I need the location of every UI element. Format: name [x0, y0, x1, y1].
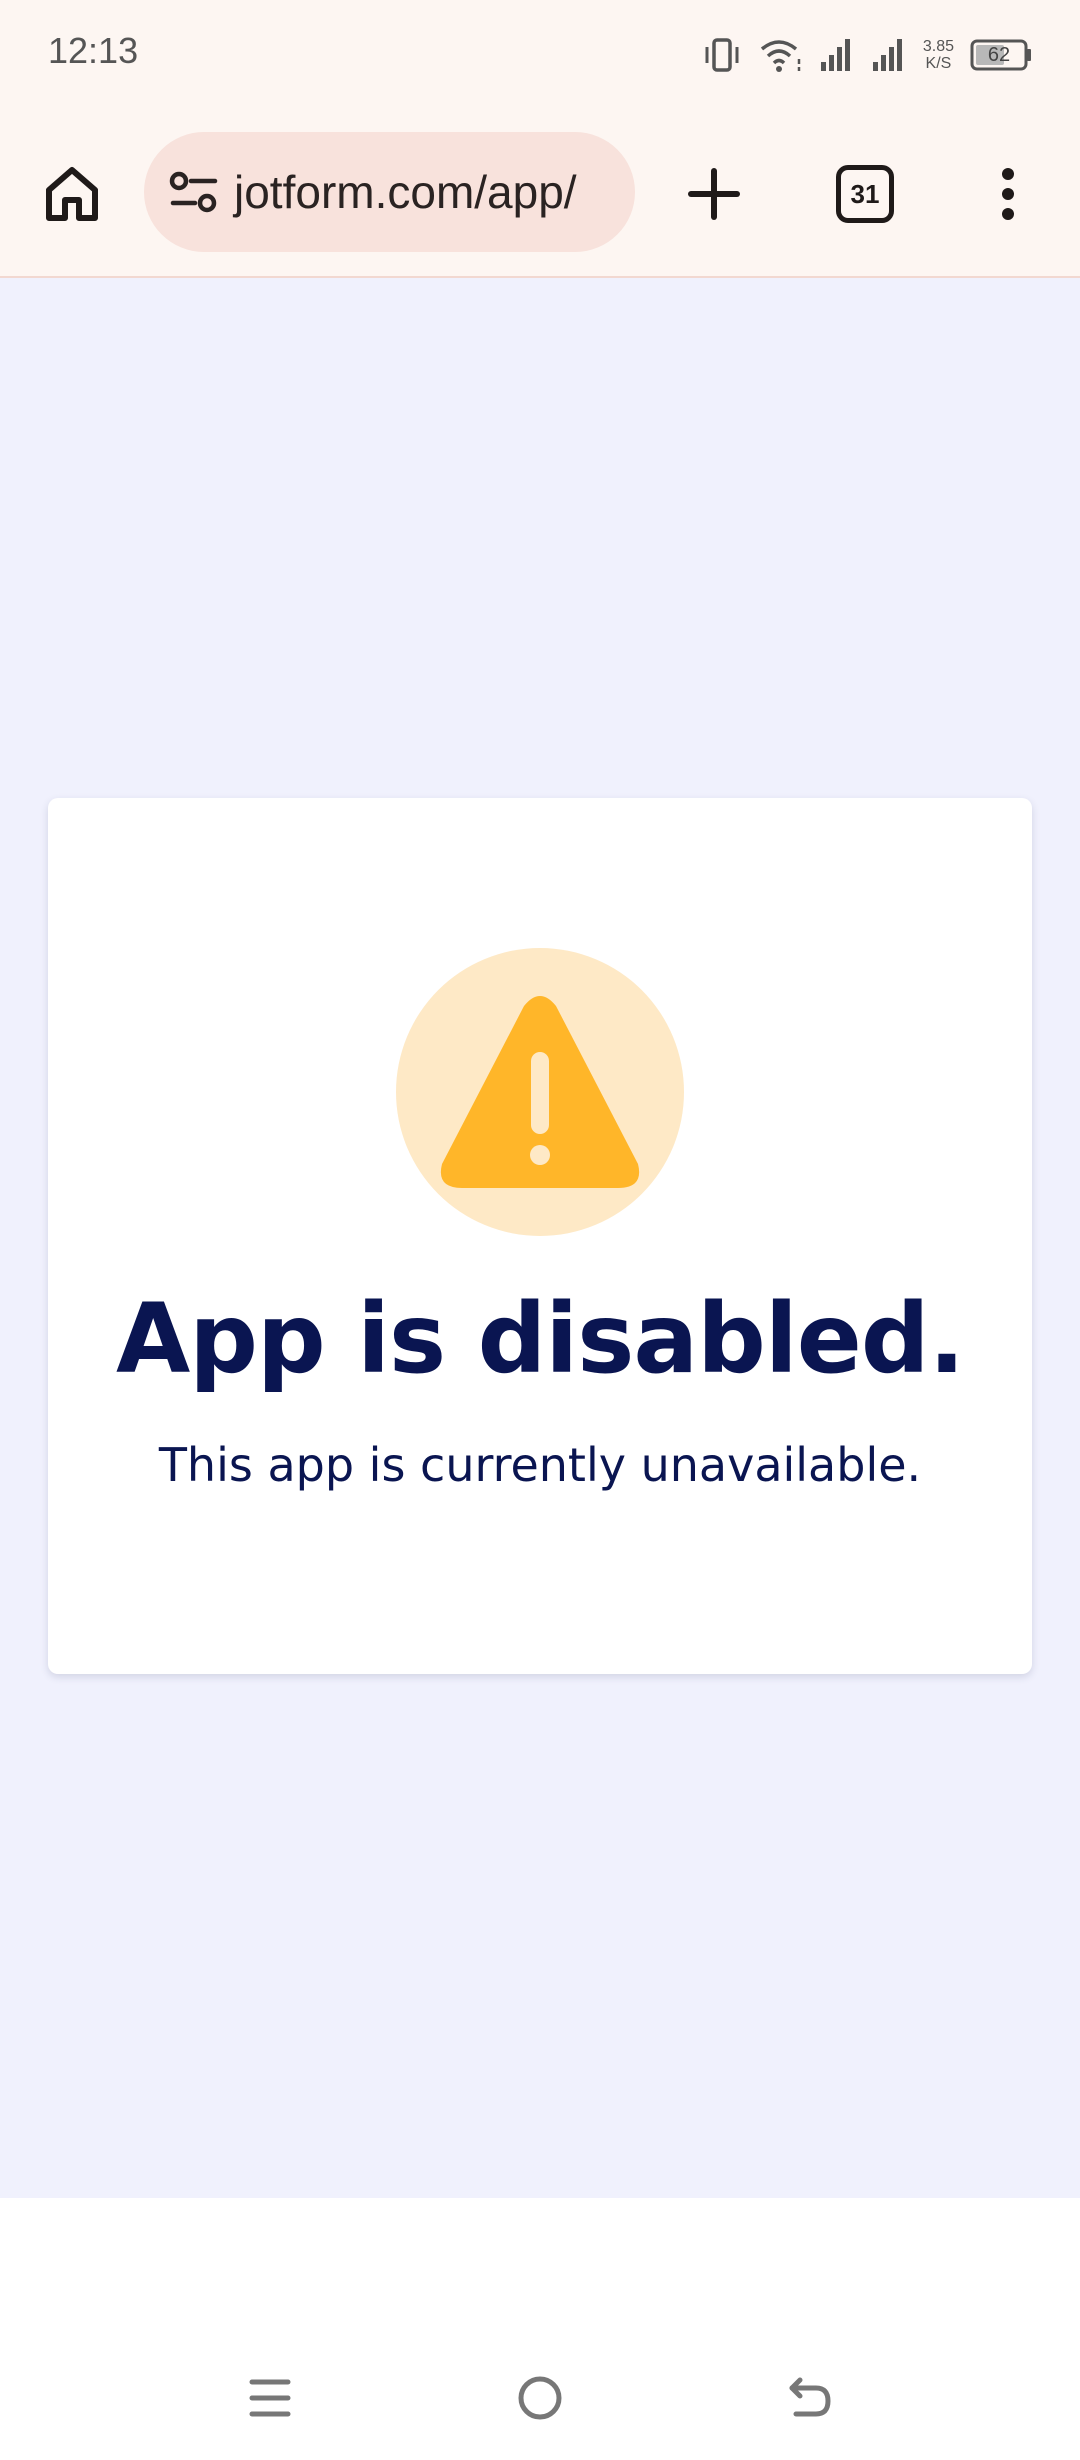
- site-settings-icon[interactable]: [166, 164, 222, 220]
- new-tab-button[interactable]: [682, 162, 746, 226]
- status-time: 12:13: [48, 30, 139, 71]
- signal-icon: [871, 38, 907, 72]
- signal-icon: [819, 38, 855, 72]
- back-button[interactable]: [780, 2368, 840, 2428]
- home-icon: [46, 167, 98, 221]
- warning-badge: [396, 948, 684, 1236]
- error-message: This app is currently unavailable.: [158, 1438, 922, 1492]
- more-vertical-icon: [1002, 168, 1014, 220]
- status-icons: 3.85 K/S 62: [703, 30, 1032, 80]
- home-nav-button[interactable]: [510, 2368, 570, 2428]
- vibrate-icon: [703, 37, 743, 73]
- home-circle-icon: [518, 2376, 562, 2420]
- tab-switcher-button[interactable]: 31: [836, 165, 894, 223]
- error-card: App is disabled. This app is currently u…: [48, 798, 1032, 1674]
- battery-icon: 62: [970, 39, 1032, 71]
- wifi-icon: [759, 37, 803, 73]
- browser-toolbar: jotform.com/app/ 31: [0, 110, 1080, 278]
- network-speed-unit: K/S: [925, 55, 952, 72]
- url-text: jotform.com/app/: [234, 166, 577, 218]
- tab-count: 31: [850, 178, 880, 209]
- warning-icon: [440, 996, 640, 1188]
- home-button[interactable]: [40, 162, 104, 226]
- recent-apps-button[interactable]: [240, 2368, 300, 2428]
- status-bar: 12:13 3.85 K/S 62: [0, 0, 1080, 110]
- recent-apps-icon: [249, 2379, 291, 2417]
- address-bar[interactable]: jotform.com/app/: [144, 132, 635, 252]
- more-menu-button[interactable]: [984, 162, 1032, 226]
- system-navigation-bar: [0, 2198, 1080, 2460]
- network-speed-value: 3.85: [922, 38, 954, 55]
- back-icon: [789, 2377, 831, 2417]
- page-content: App is disabled. This app is currently u…: [0, 278, 1080, 2198]
- error-title: App is disabled.: [115, 1283, 965, 1395]
- plus-icon: [688, 168, 740, 220]
- battery-level: 62: [987, 44, 1011, 66]
- network-speed: 3.85 K/S: [923, 38, 954, 72]
